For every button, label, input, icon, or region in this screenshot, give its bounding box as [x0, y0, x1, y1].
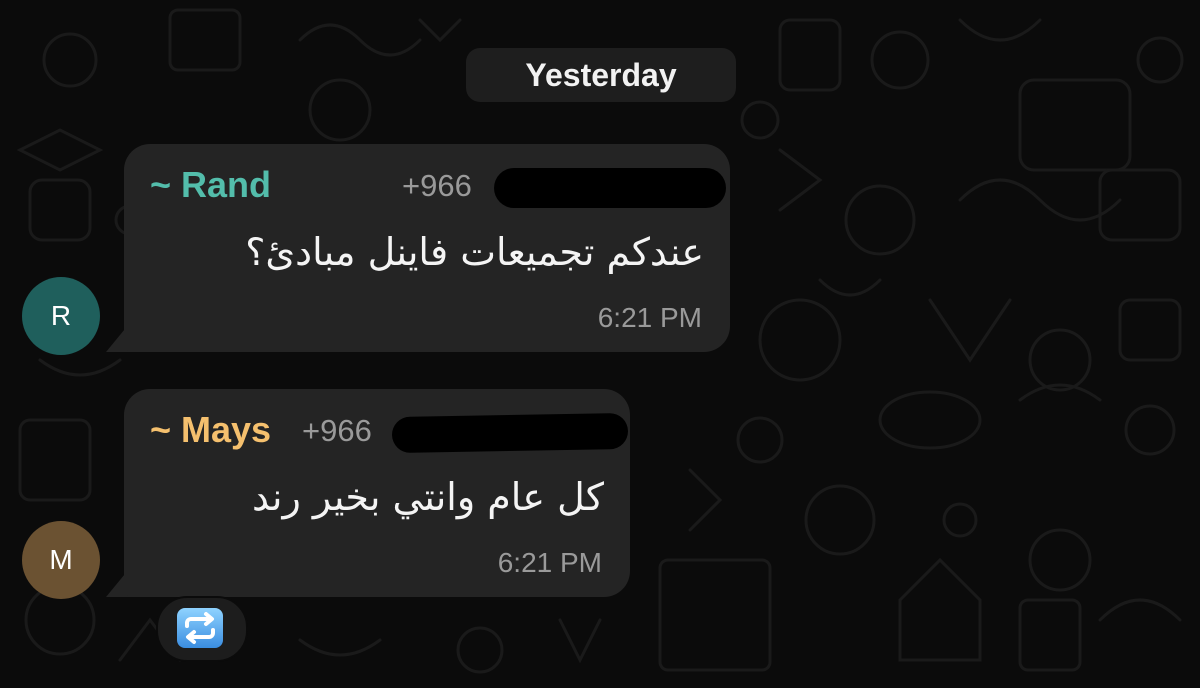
- sender-name[interactable]: ~ Mays: [150, 409, 271, 451]
- sender-phone: +966: [302, 413, 372, 448]
- message-reaction[interactable]: [156, 596, 248, 662]
- message-bubble[interactable]: ~ Rand +966 عندكم تجميعات فاينل مبادئ؟ 6…: [124, 144, 730, 352]
- redaction-mark: [391, 412, 629, 454]
- message-text: كل عام وانتي بخير رند: [251, 475, 604, 519]
- message-bubble[interactable]: ~ Mays +966 كل عام وانتي بخير رند 6:21 P…: [124, 389, 630, 597]
- redaction-mark: [494, 168, 726, 208]
- chat-screen: Yesterday R ~ Rand +966 عندكم تجميعات فا…: [0, 0, 1200, 688]
- date-separator: Yesterday: [466, 48, 736, 102]
- repeat-icon: [177, 608, 223, 648]
- sender-name[interactable]: ~ Rand: [150, 164, 271, 206]
- avatar[interactable]: R: [22, 277, 100, 355]
- message-time: 6:21 PM: [597, 302, 702, 333]
- message-time: 6:21 PM: [497, 547, 602, 578]
- sender-phone: +966: [402, 168, 472, 203]
- avatar[interactable]: M: [22, 521, 100, 599]
- message-text: عندكم تجميعات فاينل مبادئ؟: [245, 230, 704, 274]
